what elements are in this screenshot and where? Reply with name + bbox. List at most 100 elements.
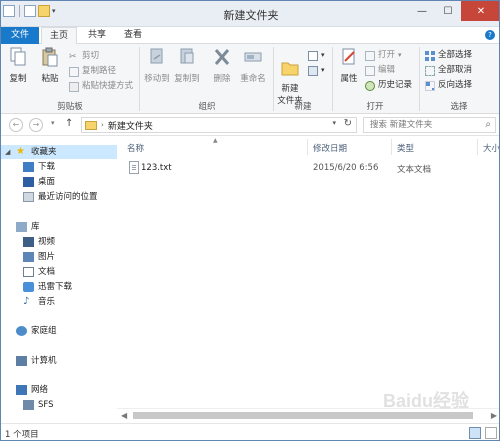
nav-item-downloads[interactable]: 下载 [23,160,55,174]
nav-item-pictures[interactable]: 图片 [23,250,55,264]
easy-access-button[interactable]: ▾ [308,64,325,77]
open-dropdown-icon: ▾ [398,51,402,59]
refresh-icon[interactable]: ↻ [344,118,352,129]
invert-selection-button[interactable]: 反向选择 [425,79,472,92]
search-placeholder: 搜索 新建文件夹 [370,120,433,130]
select-none-button[interactable]: 全部取消 [425,64,472,77]
nav-item-computer[interactable]: 计算机 [5,354,57,368]
open-icon [365,50,375,61]
edit-label: 编辑 [378,65,396,75]
rename-label: 重命名 [240,74,266,84]
select-all-button[interactable]: 全部选择 [425,49,472,62]
paste-button[interactable]: 粘贴 [37,47,63,84]
nav-item-documents[interactable]: 文档 [23,265,55,279]
help-icon[interactable]: ? [485,30,495,40]
paste-shortcut-icon [69,81,79,92]
column-divider[interactable] [477,139,478,155]
thunder-download-icon [23,282,34,292]
nav-item-desktop[interactable]: 桌面 [23,175,55,189]
edit-button[interactable]: 编辑 [365,64,395,77]
up-button[interactable]: ↑ [65,118,73,129]
tab-home[interactable]: 主页 [41,27,77,44]
breadcrumb-chevron-icon[interactable]: › [101,121,104,129]
item-count: 1 个项目 [5,430,39,440]
file-list: ▲ 名称 修改日期 类型 大小 123.txt 2015/6/20 6:56 文… [117,137,499,423]
open-label: 打开 [378,50,396,60]
video-icon [23,237,34,247]
nav-item-videos[interactable]: 视频 [23,235,55,249]
search-icon[interactable]: ⌕ [485,118,491,132]
nav-item-libraries[interactable]: 库 [5,220,40,234]
move-to-button[interactable]: 移动到 [143,47,171,84]
easy-access-dropdown-icon: ▾ [321,66,325,74]
details-view-icon[interactable] [469,427,481,439]
cut-button[interactable]: ✂ 剪切 [69,50,99,63]
move-to-icon [150,48,163,64]
collapse-arrow-icon[interactable]: ◢ [5,145,12,159]
tab-view[interactable]: 查看 [117,27,149,44]
new-item-icon [308,50,318,61]
column-header-date[interactable]: 修改日期 [313,142,347,154]
rename-button[interactable]: 重命名 [239,47,267,84]
maximize-button[interactable]: ☐ [435,1,461,21]
large-icons-view-icon[interactable] [485,427,497,439]
paste-shortcut-button[interactable]: 粘贴快捷方式 [69,80,133,93]
copy-to-button[interactable]: 复制到 [173,47,201,84]
ribbon-tabs: 文件 主页 共享 查看 ? [1,27,499,44]
recent-locations-icon[interactable]: ▾ [51,119,55,127]
tab-share[interactable]: 共享 [81,27,113,44]
history-label: 历史记录 [378,80,413,90]
nav-item-label: 图片 [38,252,56,262]
minimize-button[interactable]: — [409,1,435,21]
scroll-right-icon[interactable]: ▶ [491,411,497,420]
forward-button[interactable]: → [29,118,43,132]
breadcrumb[interactable]: 新建文件夹 [108,119,153,132]
nav-item-recent[interactable]: 最近访问的位置 [23,190,98,204]
text-file-icon [129,161,139,174]
scrollbar-thumb[interactable] [133,412,473,419]
copy-path-label: 复制路径 [82,66,117,76]
nav-item-label: 视频 [38,237,56,247]
invert-selection-label: 反向选择 [438,80,473,90]
nav-item-label: 音乐 [38,297,56,307]
copy-button[interactable]: 复制 [5,47,31,84]
address-dropdown-icon[interactable]: ▾ [332,119,336,127]
column-header-type[interactable]: 类型 [397,142,414,154]
open-group-label: 打开 [366,102,384,112]
nav-item-homegroup[interactable]: 家庭组 [5,324,57,338]
rename-icon [244,52,262,62]
copy-to-icon [180,48,194,64]
column-header-size[interactable]: 大小 [483,142,499,154]
nav-item-thunder[interactable]: 迅雷下载 [23,280,72,294]
new-item-button[interactable]: ▾ [308,49,325,62]
search-input[interactable]: 搜索 新建文件夹 ⌕ [363,117,496,133]
navigation-pane: ◢ ★ 收藏夹 下载 桌面 最近访问的位置 库 视频 图片 文档 迅雷下载 ♪ … [1,137,117,423]
nav-item-network[interactable]: 网络 [5,383,48,397]
column-divider[interactable] [307,139,308,155]
copy-label: 复制 [9,74,27,84]
open-button[interactable]: 打开 ▾ [365,49,402,62]
history-button[interactable]: 历史记录 [365,79,412,92]
nav-item-favorites[interactable]: ◢ ★ 收藏夹 [1,145,117,159]
paste-icon [42,47,58,67]
nav-item-music[interactable]: ♪ 音乐 [23,295,55,309]
column-divider[interactable] [391,139,392,155]
delete-button[interactable]: 删除 [208,47,236,84]
scroll-left-icon[interactable]: ◀ [121,411,127,420]
delete-icon [214,49,230,65]
table-row[interactable]: 123.txt 2015/6/20 6:56 文本文档 [127,161,499,175]
close-button[interactable]: ✕ [461,1,499,21]
tab-file[interactable]: 文件 [1,27,39,44]
picture-icon [23,252,34,262]
title-bar: ▾ 新建文件夹 — ☐ ✕ [1,1,499,27]
document-icon [23,267,34,277]
copy-icon [10,47,26,66]
address-bar[interactable]: › 新建文件夹 ▾ ↻ [81,117,357,133]
library-icon [16,222,27,232]
properties-button[interactable]: 属性 [336,47,362,84]
nav-item-label: 收藏夹 [31,147,57,157]
back-button[interactable]: ← [9,118,23,132]
copy-path-button[interactable]: 复制路径 [69,65,116,78]
nav-item-sfs[interactable]: SFS [23,398,54,412]
column-header-name[interactable]: 名称 [127,142,144,154]
